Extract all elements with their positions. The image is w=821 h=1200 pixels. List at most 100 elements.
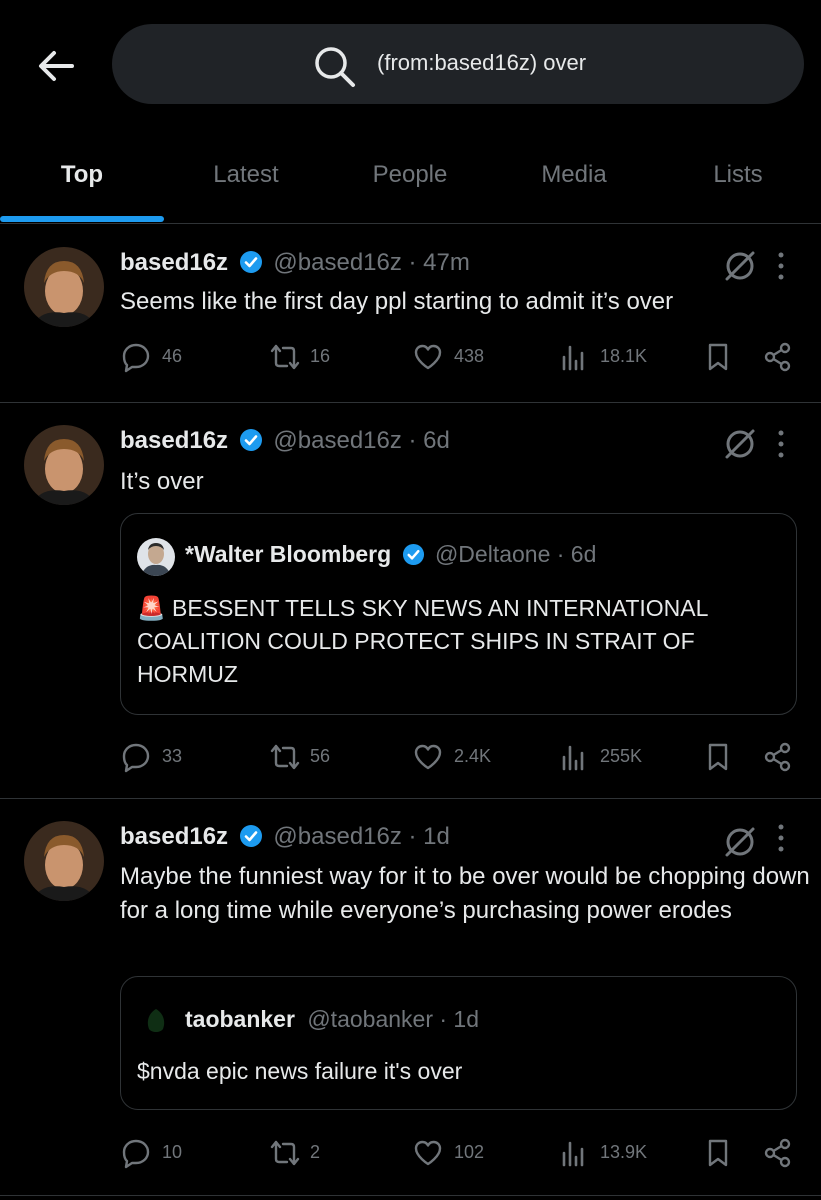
tab-lists[interactable]: Lists xyxy=(656,130,820,223)
view-count: 18.1K xyxy=(600,346,648,366)
tweet-text: It’s over xyxy=(120,468,204,495)
repost-count: 56 xyxy=(310,746,331,766)
bookmark-icon xyxy=(708,1139,728,1167)
quoted-tweet[interactable]: *Walter Bloomberg @Deltaone · 6d 🚨 BESSE… xyxy=(120,513,797,715)
avatar[interactable] xyxy=(24,247,104,327)
quote-author-name: *Walter Bloomberg xyxy=(185,541,392,567)
verified-badge-icon xyxy=(239,429,262,451)
tweet-actions: 33 56 2.4K 255K xyxy=(120,737,810,777)
author-name[interactable]: based16z xyxy=(120,249,228,276)
tab-label: Latest xyxy=(213,161,279,188)
share-button[interactable] xyxy=(762,737,796,777)
active-tab-indicator xyxy=(0,216,164,222)
share-icon xyxy=(764,1138,791,1168)
verified-badge-icon xyxy=(239,825,262,847)
tab-label: Media xyxy=(541,161,607,188)
verified-badge-icon xyxy=(402,543,424,566)
quote-text: $nvda epic news failure it's over xyxy=(137,1058,463,1084)
repost-icon xyxy=(270,344,300,370)
quote-avatar xyxy=(137,538,175,576)
repost-icon xyxy=(270,1140,300,1166)
tweet[interactable]: based16z @based16z · 1d Maybe the funnie… xyxy=(0,799,821,1196)
repost-icon xyxy=(270,744,300,770)
share-icon xyxy=(764,342,791,372)
more-icon[interactable] xyxy=(771,249,791,283)
like-icon xyxy=(414,1140,442,1166)
quote-text: 🚨 BESSENT TELLS SKY NEWS AN INTERNATIONA… xyxy=(137,595,708,687)
like-count: 102 xyxy=(454,1142,485,1162)
avatar-image xyxy=(24,425,104,505)
bookmark-button[interactable] xyxy=(702,737,736,777)
tweet[interactable]: based16z @based16z · 47m Seems like the … xyxy=(0,223,821,403)
search-input[interactable]: (from:based16z) over xyxy=(112,24,804,104)
tab-top[interactable]: Top xyxy=(0,130,164,223)
tab-media[interactable]: Media xyxy=(492,130,656,223)
like-count: 438 xyxy=(454,346,485,366)
grok-icon[interactable] xyxy=(723,249,757,283)
tweet-text: Maybe the funniest way for it to be over… xyxy=(120,863,810,924)
tab-label: People xyxy=(372,161,448,188)
back-arrow-icon xyxy=(39,51,74,81)
bookmark-icon xyxy=(708,743,728,771)
reply-icon xyxy=(122,1139,150,1169)
repost-count: 16 xyxy=(310,346,331,366)
views-icon xyxy=(562,745,584,771)
reply-count: 33 xyxy=(162,746,183,766)
tweet-actions: 10 2 102 13.9K xyxy=(120,1133,810,1173)
avatar-image xyxy=(24,821,104,901)
search-header: (from:based16z) over xyxy=(0,0,821,130)
more-icon[interactable] xyxy=(771,821,791,855)
like-icon xyxy=(414,344,442,370)
author-name[interactable]: based16z xyxy=(120,427,228,454)
bookmark-icon xyxy=(708,343,728,371)
tweet-header: based16z @based16z · 1d xyxy=(120,823,450,853)
search-icon xyxy=(315,47,355,87)
tweet[interactable]: based16z @based16z · 6d It’s over *Walte… xyxy=(0,403,821,799)
bookmark-button[interactable] xyxy=(702,1133,736,1173)
author-handle-time: @based16z · 1d xyxy=(273,823,450,850)
tab-label: Top xyxy=(60,161,104,188)
grok-icon[interactable] xyxy=(723,427,757,461)
reply-icon xyxy=(122,743,150,773)
quote-handle-time: @Deltaone · 6d xyxy=(434,541,597,567)
verified-badge-icon xyxy=(239,251,262,273)
quote-handle-time: @taobanker · 1d xyxy=(307,1006,479,1032)
quote-avatar-image xyxy=(137,538,175,576)
repost-count: 2 xyxy=(310,1142,321,1162)
share-button[interactable] xyxy=(762,1133,796,1173)
author-handle-time: @based16z · 47m xyxy=(273,249,470,276)
quote-avatar xyxy=(137,1003,175,1041)
back-button[interactable] xyxy=(34,44,78,88)
quote-avatar-image xyxy=(137,1003,175,1041)
quoted-tweet[interactable]: taobanker @taobanker · 1d $nvda epic new… xyxy=(120,976,797,1110)
like-count: 2.4K xyxy=(454,746,492,766)
app-root: (from:based16z) over Top Latest People M… xyxy=(0,0,821,1200)
avatar[interactable] xyxy=(24,821,104,901)
search-query: (from:based16z) over xyxy=(377,50,587,75)
author-handle-time: @based16z · 6d xyxy=(273,427,450,454)
search-tabs: Top Latest People Media Lists xyxy=(0,130,821,224)
tweet-header: based16z @based16z · 6d xyxy=(120,427,450,457)
reply-count: 46 xyxy=(162,346,183,366)
author-name[interactable]: based16z xyxy=(120,823,228,850)
quote-author-name: taobanker xyxy=(185,1006,295,1032)
reply-count: 10 xyxy=(162,1142,183,1162)
views-icon xyxy=(562,1141,584,1167)
more-icon[interactable] xyxy=(771,427,791,461)
tab-people[interactable]: People xyxy=(328,130,492,223)
tweet-actions: 46 16 438 18.1K xyxy=(120,337,810,377)
views-icon xyxy=(562,345,584,371)
view-count: 255K xyxy=(600,746,643,766)
reply-icon xyxy=(122,343,150,373)
tab-label: Lists xyxy=(713,161,763,188)
share-icon xyxy=(764,742,791,772)
tweet-header: based16z @based16z · 47m xyxy=(120,249,470,279)
grok-icon[interactable] xyxy=(723,825,757,859)
bookmark-button[interactable] xyxy=(702,337,736,377)
view-count: 13.9K xyxy=(600,1142,648,1162)
tab-latest[interactable]: Latest xyxy=(164,130,328,223)
avatar[interactable] xyxy=(24,425,104,505)
avatar-image xyxy=(24,247,104,327)
quote-header: taobanker @taobanker · 1d xyxy=(185,1006,479,1033)
share-button[interactable] xyxy=(762,337,796,377)
